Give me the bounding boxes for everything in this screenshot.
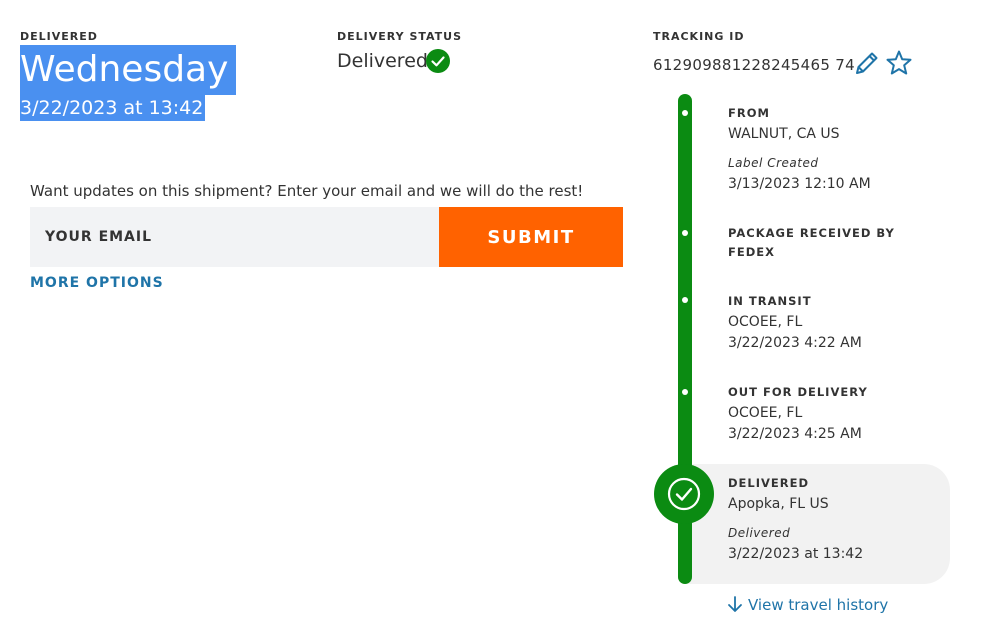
delivery-status-label: DELIVERY STATUS	[337, 30, 463, 43]
star-icon[interactable]	[884, 48, 914, 78]
event-time: 3/22/2023 4:25 AM	[728, 426, 862, 442]
event-title: PACKAGE RECEIVED BY FEDEX	[728, 226, 895, 259]
updates-prompt: Want updates on this shipment? Enter you…	[30, 182, 584, 200]
event-location: OCOEE, FL	[728, 405, 803, 421]
arrow-down-icon	[726, 595, 744, 615]
timeline-dot	[682, 110, 688, 116]
timeline-dot	[682, 230, 688, 236]
email-input[interactable]	[30, 207, 439, 267]
event-time: 3/22/2023 4:22 AM	[728, 335, 862, 351]
more-options-link[interactable]: MORE OPTIONS	[30, 275, 164, 291]
delivery-date-time: 3/22/2023 at 13:42	[20, 95, 206, 121]
delivery-day: Wednesday	[20, 45, 237, 95]
submit-button[interactable]: SUBMIT	[439, 207, 623, 267]
event-title: FROM	[728, 106, 770, 120]
delivered-check-icon	[654, 464, 714, 524]
timeline-dot	[682, 297, 688, 303]
timeline-dot	[682, 389, 688, 395]
pencil-icon[interactable]	[852, 48, 882, 78]
tracking-id-label: TRACKING ID	[653, 30, 745, 43]
view-travel-history-link[interactable]: View travel history	[748, 596, 888, 614]
event-note: Label Created	[728, 156, 819, 170]
event-location: OCOEE, FL	[728, 314, 803, 330]
delivery-status-value: Delivered	[337, 50, 428, 72]
delivered-label: DELIVERED	[20, 30, 98, 43]
event-title: DELIVERED	[728, 476, 810, 490]
event-time: 3/22/2023 at 13:42	[728, 546, 864, 562]
event-title: OUT FOR DELIVERY	[728, 385, 868, 399]
event-location: WALNUT, CA US	[728, 126, 840, 142]
event-time: 3/13/2023 12:10 AM	[728, 176, 871, 192]
tracking-number: 612909881228245465 74	[653, 56, 855, 74]
event-location: Apopka, FL US	[728, 496, 829, 512]
event-title: IN TRANSIT	[728, 294, 812, 308]
event-note: Delivered	[728, 526, 791, 540]
check-circle-icon	[426, 49, 450, 73]
